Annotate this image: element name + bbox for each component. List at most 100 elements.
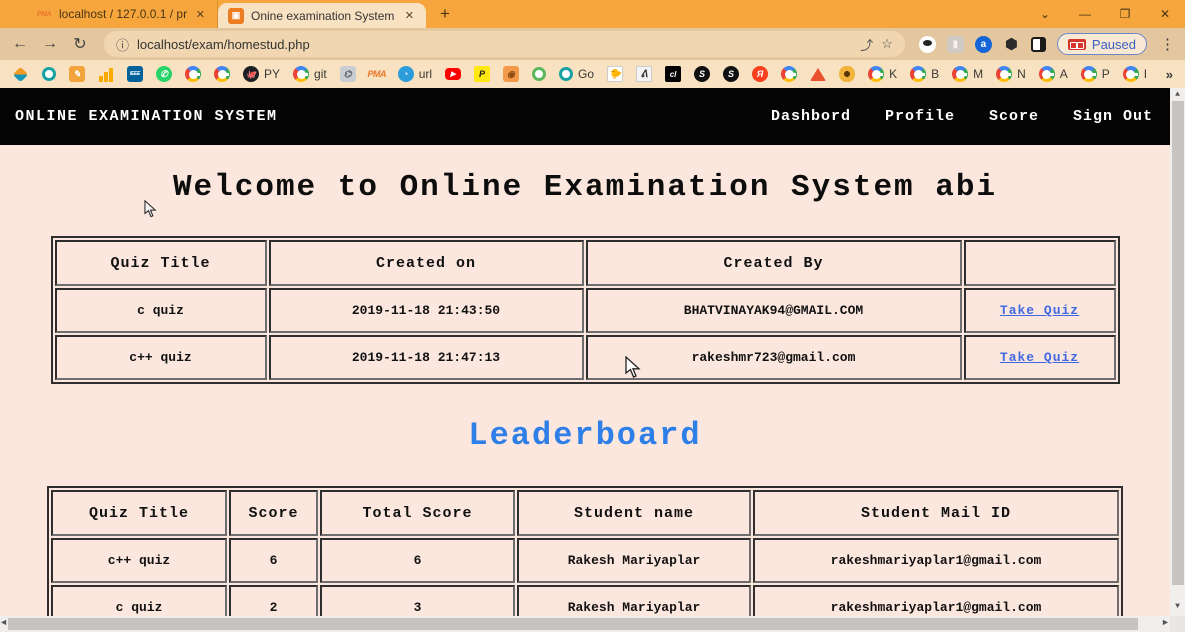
reload-button[interactable]: ↻ <box>70 34 90 54</box>
scroll-right-icon[interactable]: ► <box>1163 618 1168 628</box>
bookmark-eye[interactable] <box>839 66 855 82</box>
forward-button[interactable]: → <box>40 35 60 53</box>
xampp-favicon-icon: ▣ <box>228 8 244 24</box>
horizontal-scrollbar[interactable]: ◄ ► <box>0 616 1170 632</box>
bookmark-google-i[interactable]: I <box>1123 66 1147 82</box>
take-quiz-link[interactable]: Take Quiz <box>1000 303 1079 318</box>
gfg-icon <box>42 67 56 81</box>
back-button[interactable]: ← <box>10 35 30 53</box>
eye-icon <box>839 66 855 82</box>
bookmark-s1[interactable]: S <box>694 66 710 82</box>
browser-window: PMA localhost / 127.0.0.1 / project / st… <box>0 0 1185 632</box>
bookmark-gfg-go[interactable]: Go <box>559 67 594 81</box>
camera-icon: ◉ <box>503 66 519 82</box>
bookmark-ieee[interactable]: IEEE <box>127 66 143 82</box>
nav-link-dashbord[interactable]: Dashbord <box>771 108 851 125</box>
bookmark-google-a[interactable]: A <box>1039 66 1068 82</box>
bookmark-duck[interactable]: 🐤 <box>607 66 623 82</box>
quizzes-table: Quiz Title Created on Created By c quiz … <box>51 236 1120 384</box>
nav-link-sign-out[interactable]: Sign Out <box>1073 108 1153 125</box>
bookmark-google-1[interactable] <box>185 66 201 82</box>
tool-icon: ⌬ <box>340 66 356 82</box>
bookmark-cl[interactable]: cl <box>665 66 681 82</box>
address-bar[interactable]: ⓘ localhost/exam/homestud.php ⤴ ☆ <box>104 31 905 57</box>
tab-examination-system[interactable]: ▣ Onine examination System ✕ <box>218 3 426 28</box>
gfg-icon <box>559 67 573 81</box>
tab-close-icon[interactable]: ✕ <box>403 9 416 22</box>
created-on-cell: 2019-11-18 21:47:13 <box>269 335 584 380</box>
scroll-up-icon[interactable]: ▲ <box>1170 90 1185 99</box>
tab-close-icon[interactable]: ✕ <box>194 8 207 21</box>
yandex-icon: Я <box>752 66 768 82</box>
bookmark-google-2[interactable] <box>214 66 230 82</box>
share-icon[interactable]: ⤴ <box>860 35 873 54</box>
bookmark-google-n[interactable]: N <box>996 66 1026 82</box>
cl-icon: cl <box>665 66 681 82</box>
bookmark-green-ring[interactable] <box>532 67 546 81</box>
bookmark-badge[interactable]: ✎ <box>69 66 85 82</box>
nav-link-profile[interactable]: Profile <box>885 108 955 125</box>
page-viewport: ONLINE EXAMINATION SYSTEM Dashbord Profi… <box>0 88 1185 632</box>
tab-search-icon[interactable]: ⌄ <box>1025 7 1065 21</box>
extensions-puzzle-icon[interactable]: ⬢ <box>1003 36 1020 53</box>
bookmark-google-m[interactable]: M <box>952 66 983 82</box>
site-info-icon[interactable]: ⓘ <box>116 35 129 54</box>
new-tab-button[interactable]: + <box>426 4 464 24</box>
tab-phpmyadmin[interactable]: PMA localhost / 127.0.0.1 / project / st… <box>26 0 218 28</box>
column-header-quiz-title: Quiz Title <box>55 240 267 286</box>
bookmark-gfg[interactable] <box>42 67 56 81</box>
column-header-student-mail: Student Mail ID <box>753 490 1119 536</box>
bookmark-google-p[interactable]: P <box>1081 66 1110 82</box>
adblock-icon <box>1068 39 1086 50</box>
bookmark-google-3[interactable] <box>781 66 797 82</box>
s-icon: S <box>694 66 710 82</box>
horizontal-scrollbar-thumb[interactable] <box>8 618 1138 630</box>
bookmark-whatsapp[interactable]: ✆ <box>156 66 172 82</box>
paused-label: Paused <box>1092 37 1136 52</box>
youtube-icon: ▶ <box>445 68 461 80</box>
matlab-icon <box>810 68 826 81</box>
a-extension-icon[interactable]: a <box>975 36 992 53</box>
person-extension-icon[interactable]: ▮ <box>947 36 964 53</box>
bookmark-google-k[interactable]: K <box>868 66 897 82</box>
google-icon <box>781 66 797 82</box>
bookmark-star-icon[interactable]: ☆ <box>881 36 893 52</box>
panda-extension-icon[interactable] <box>919 36 936 53</box>
bookmark-yandex[interactable]: Я <box>752 66 768 82</box>
restore-button[interactable]: ❐ <box>1105 7 1145 21</box>
browser-menu-icon[interactable]: ⋮ <box>1158 35 1175 53</box>
bookmark-p-yellow[interactable]: P <box>474 66 490 82</box>
bookmark-matlab[interactable] <box>810 68 826 81</box>
bookmark-youtube[interactable]: ▶ <box>445 68 461 80</box>
phpmyadmin-icon: PMA <box>369 66 385 82</box>
vertical-scrollbar[interactable]: ▲ ▼ <box>1170 88 1185 632</box>
bookmark-github-py[interactable]: 🐙PY <box>243 66 280 82</box>
bookmarks-overflow-chevron[interactable]: » <box>1166 67 1173 82</box>
leaderboard-heading: Leaderboard <box>0 417 1170 454</box>
google-icon <box>1123 66 1139 82</box>
nav-link-score[interactable]: Score <box>989 108 1039 125</box>
adblock-paused-button[interactable]: Paused <box>1057 33 1147 55</box>
vertical-scrollbar-thumb[interactable] <box>1172 101 1184 585</box>
close-button[interactable]: ✕ <box>1145 7 1185 21</box>
bookmark-analytics[interactable] <box>98 66 114 82</box>
welcome-heading: Welcome to Online Examination System abi <box>0 170 1170 205</box>
minimize-button[interactable]: — <box>1065 7 1105 21</box>
column-header-created-on: Created on <box>269 240 584 286</box>
bookmark-url[interactable]: ◔url <box>398 66 432 82</box>
profile-avatar[interactable] <box>1031 37 1046 52</box>
ieee-icon: IEEE <box>127 66 143 82</box>
bookmark-runner[interactable]: ᕕ <box>636 66 652 82</box>
url-text[interactable]: localhost/exam/homestud.php <box>137 37 852 52</box>
bookmark-pma[interactable]: PMA <box>369 66 385 82</box>
bookmark-gray-tool[interactable]: ⌬ <box>340 66 356 82</box>
site-brand: ONLINE EXAMINATION SYSTEM <box>15 108 278 125</box>
bookmark-google-b[interactable]: B <box>910 66 939 82</box>
bookmark-s2[interactable]: S <box>723 66 739 82</box>
bookmark-google-git[interactable]: git <box>293 66 327 82</box>
scroll-left-icon[interactable]: ◄ <box>1 618 6 628</box>
bookmark-diamond[interactable] <box>12 69 29 80</box>
scroll-down-icon[interactable]: ▼ <box>1170 602 1185 611</box>
bookmark-camera[interactable]: ◉ <box>503 66 519 82</box>
take-quiz-link[interactable]: Take Quiz <box>1000 350 1079 365</box>
